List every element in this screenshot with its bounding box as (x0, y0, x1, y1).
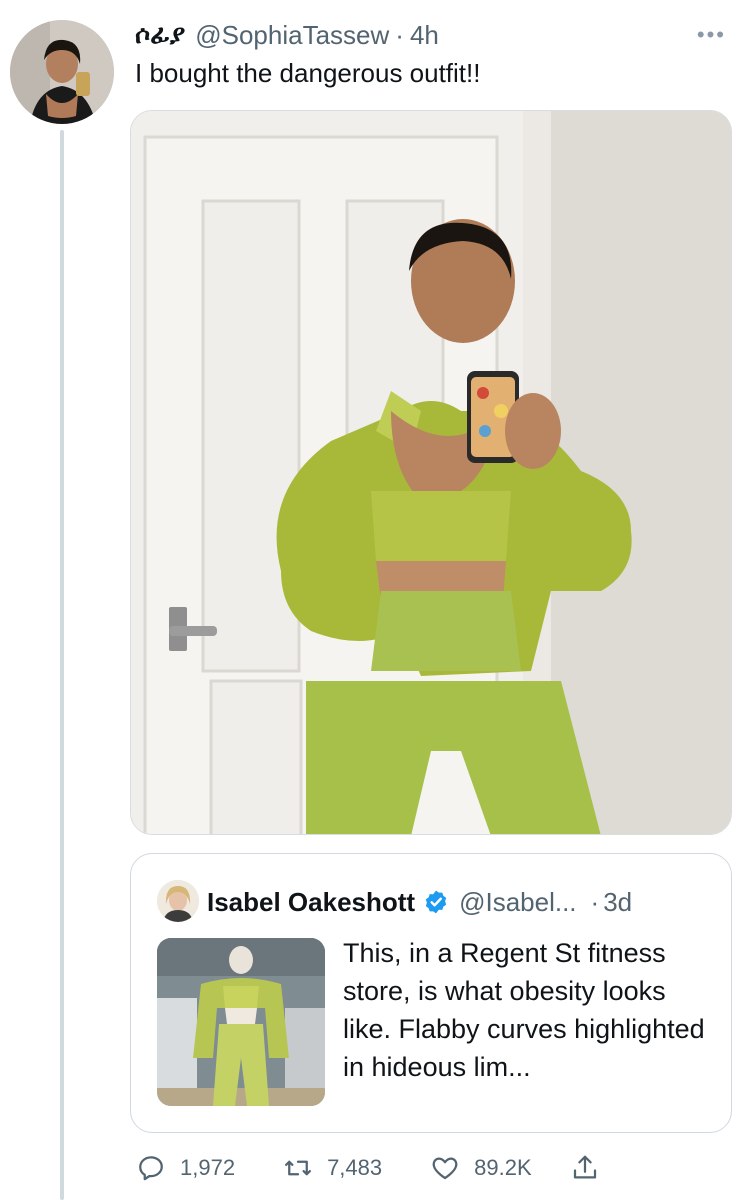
quoted-tweet-text: This, in a Regent St fitness store, is w… (343, 938, 705, 1082)
reply-button[interactable]: 1,972 (136, 1153, 235, 1183)
like-button[interactable]: 89.2K (430, 1153, 532, 1183)
quoted-author-avatar[interactable] (157, 880, 199, 922)
mirror-selfie-image (131, 111, 731, 834)
quoted-tweet-card[interactable]: Isabel Oakeshott @Isabel... · 3d This, i… (130, 853, 732, 1133)
tweet-action-bar: 1,972 7,483 89.2K (130, 1148, 730, 1188)
more-options-icon[interactable]: ••• (697, 22, 726, 48)
author-avatar-image (10, 20, 114, 124)
share-icon (573, 1155, 596, 1179)
tweet-text: I bought the dangerous outfit!! (135, 58, 481, 88)
quoted-tweet-header: Isabel Oakeshott @Isabel... · 3d (207, 882, 711, 922)
quoted-author-display-name[interactable]: Isabel Oakeshott (207, 887, 415, 918)
verified-badge-icon (425, 890, 447, 914)
quoted-author-handle[interactable]: @Isabel... (459, 887, 576, 918)
share-button[interactable] (570, 1153, 614, 1183)
heart-icon (432, 1157, 458, 1180)
mannequin-outfit-image (157, 938, 325, 1106)
reply-icon (139, 1156, 163, 1181)
quoted-author-avatar-image (157, 880, 199, 922)
retweet-button[interactable]: 7,483 (283, 1153, 382, 1183)
quoted-separator-dot: · (590, 886, 600, 917)
tweet-header: ሶፊያ @SophiaTassew · 4h ••• (135, 18, 726, 52)
quoted-tweet-timestamp[interactable]: 3d (603, 887, 632, 918)
author-avatar[interactable] (10, 20, 114, 124)
tweet-timestamp[interactable]: 4h (410, 20, 439, 51)
like-count: 89.2K (474, 1155, 532, 1180)
retweet-count: 7,483 (327, 1155, 383, 1180)
thread-line (60, 130, 64, 1200)
author-display-name[interactable]: ሶፊያ (135, 19, 185, 51)
tweet-photo[interactable] (130, 110, 732, 835)
author-handle[interactable]: @SophiaTassew (195, 20, 389, 51)
quoted-tweet-photo[interactable] (157, 938, 325, 1106)
retweet-icon (285, 1160, 312, 1176)
separator-dot: · (395, 19, 404, 50)
reply-count: 1,972 (180, 1155, 236, 1180)
